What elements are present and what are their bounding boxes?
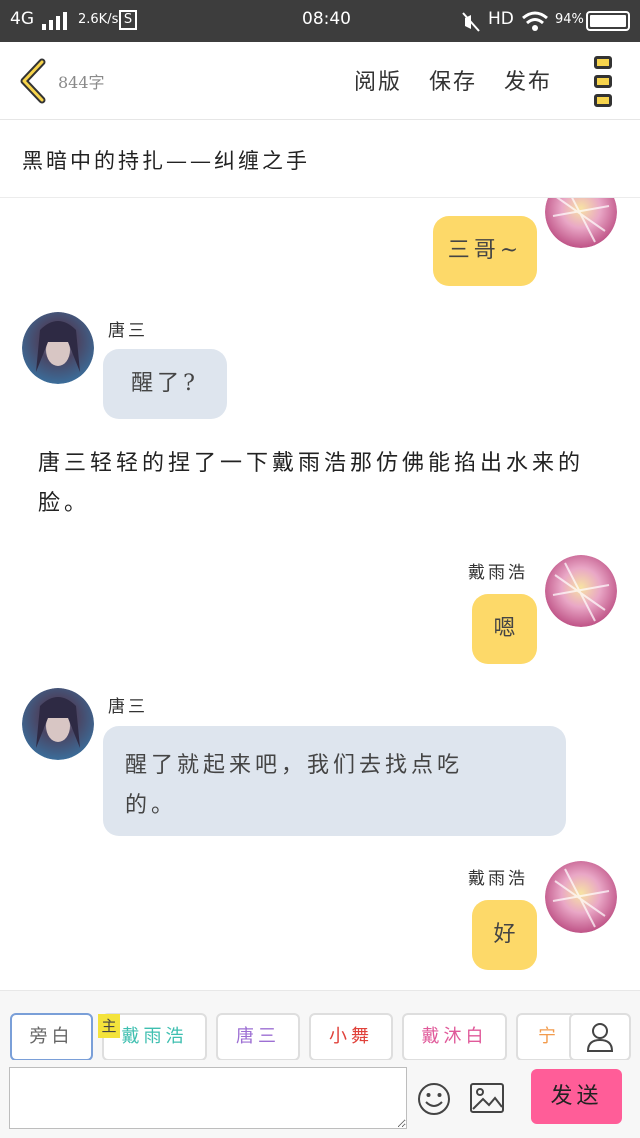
menu-dot-icon <box>594 75 612 88</box>
main-character-badge: 主 <box>98 1014 120 1038</box>
story-title: 黑暗中的持扎——纠缠之手 <box>22 149 310 173</box>
speaker-name: 戴雨浩 <box>468 869 528 889</box>
hd-indicator: HD <box>488 9 514 29</box>
network-speed: 2.6K/s <box>78 12 119 27</box>
word-count: 844字 <box>58 73 105 92</box>
message-bubble-left[interactable]: 醒了? <box>103 349 227 419</box>
dai-yuhao-avatar[interactable] <box>545 861 617 933</box>
role-chip-tang-san[interactable]: 唐三 <box>216 1013 300 1061</box>
sim-icon: S <box>119 10 137 30</box>
chat-area[interactable]: 三哥~ 唐三 醒了? 唐三轻轻的捏了一下戴雨浩那仿佛能掐出水来的脸。 戴雨浩 嗯… <box>0 198 640 990</box>
message-bubble-right[interactable]: 三哥~ <box>433 216 537 286</box>
role-chip-partial[interactable]: 宁荣 <box>516 1013 576 1061</box>
person-icon <box>586 1023 614 1052</box>
save-button[interactable]: 保存 <box>429 64 477 96</box>
back-button[interactable] <box>18 58 48 104</box>
role-picker: 旁白 戴雨浩 唐三 小舞 戴沐白 宁荣 <box>0 990 640 1061</box>
preview-button[interactable]: 阅版 <box>354 64 402 96</box>
manage-roles-button[interactable] <box>569 1013 631 1061</box>
mute-icon <box>462 12 480 32</box>
dai-yuhao-avatar[interactable] <box>545 555 617 627</box>
battery-icon <box>586 11 630 31</box>
send-button[interactable]: 发送 <box>531 1069 622 1124</box>
narration-text[interactable]: 唐三轻轻的捏了一下戴雨浩那仿佛能掐出水来的脸。 <box>38 444 608 524</box>
message-input[interactable] <box>9 1067 407 1129</box>
speaker-name: 唐三 <box>108 321 148 341</box>
role-chip-xiao-wu[interactable]: 小舞 <box>309 1013 393 1061</box>
story-title-bar[interactable]: 黑暗中的持扎——纠缠之手 <box>0 121 640 198</box>
signal-icon <box>42 12 67 30</box>
message-bubble-left[interactable]: 醒了就起来吧，我们去找点吃的。 <box>103 726 566 836</box>
speaker-name: 唐三 <box>108 697 148 717</box>
status-bar: 4G 2.6K/s S 08:40 HD 94% <box>0 0 640 42</box>
battery-percent: 94% <box>555 12 584 27</box>
image-icon[interactable] <box>469 1082 505 1114</box>
publish-button[interactable]: 发布 <box>504 64 552 96</box>
wifi-icon <box>522 11 548 31</box>
emoji-icon[interactable] <box>417 1082 451 1116</box>
message-bubble-right[interactable]: 好 <box>472 900 537 970</box>
role-chip-narrator[interactable]: 旁白 <box>10 1013 93 1061</box>
network-type: 4G <box>10 9 34 29</box>
message-bubble-right[interactable]: 嗯 <box>472 594 537 664</box>
top-toolbar: 844字 阅版 保存 发布 <box>0 42 640 120</box>
menu-dot-icon <box>594 56 612 69</box>
role-chip-dai-mubai[interactable]: 戴沐白 <box>402 1013 507 1061</box>
speaker-name: 戴雨浩 <box>468 563 528 583</box>
tang-san-avatar[interactable] <box>22 688 94 760</box>
menu-dot-icon <box>594 94 612 107</box>
dai-yuhao-avatar[interactable] <box>545 198 617 248</box>
more-menu-button[interactable] <box>594 56 614 108</box>
tang-san-avatar[interactable] <box>22 312 94 384</box>
clock: 08:40 <box>302 9 351 29</box>
input-bar: 发送 <box>0 1060 640 1138</box>
